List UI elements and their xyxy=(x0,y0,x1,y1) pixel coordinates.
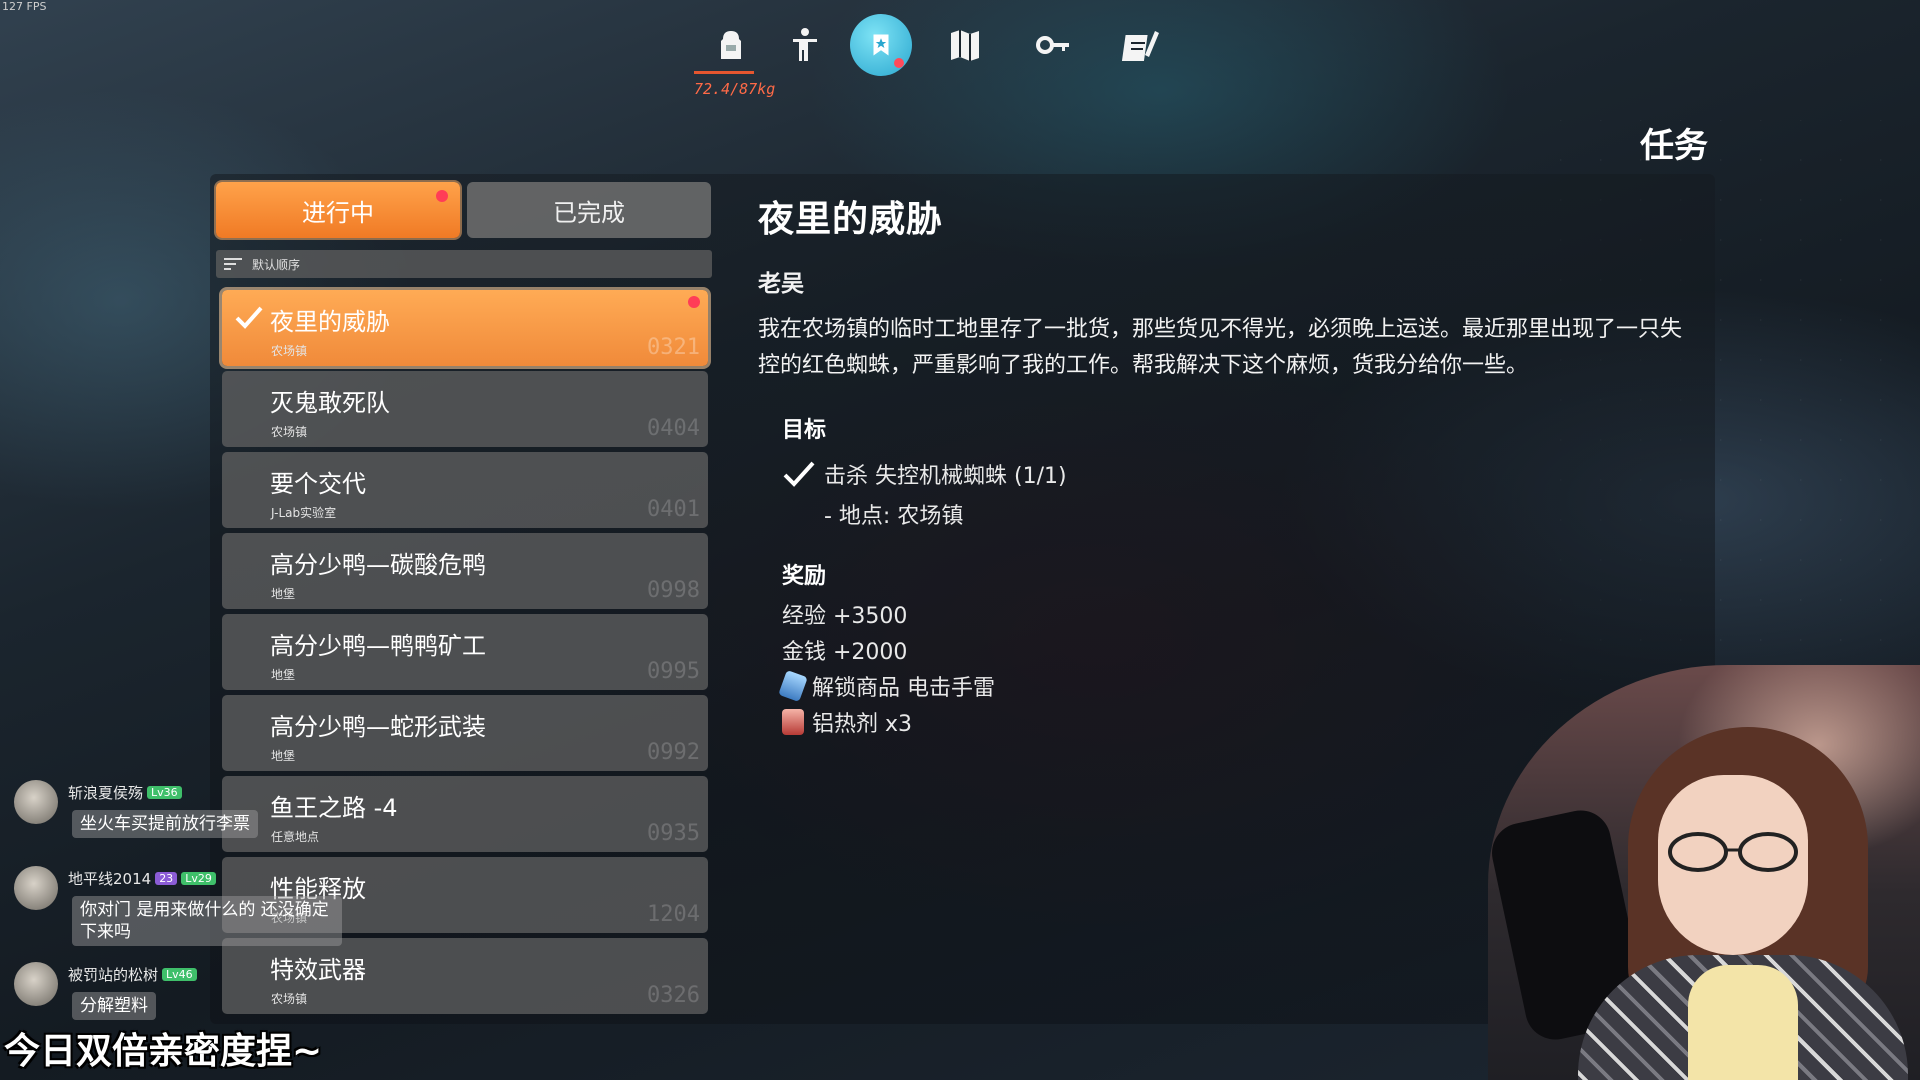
quest-location: 地堡 xyxy=(271,749,296,763)
quest-title: 灭鬼敢死队 xyxy=(270,389,390,417)
quest-title: 高分少鸭—鸭鸭矿工 xyxy=(270,632,486,660)
avatar xyxy=(14,780,58,824)
notification-dot xyxy=(436,190,448,202)
level-badge: Lv46 xyxy=(162,968,197,981)
chat-username: 地平线2014 23 Lv29 xyxy=(68,868,216,889)
check-icon xyxy=(235,306,263,329)
chat-text: 坐火车买提前放行李票 xyxy=(72,810,258,838)
objective-text: 击杀 失控机械蜘蛛 (1/1) xyxy=(824,464,1067,489)
reward-unlock: 解锁商品 电击手雷 xyxy=(778,670,1698,702)
quest-code: 1204 xyxy=(647,902,700,927)
quest-location: 农场镇 xyxy=(271,425,308,439)
fps-counter: 127 FPS xyxy=(2,0,47,13)
avatar xyxy=(14,866,58,910)
quest-location: J-Lab实验室 xyxy=(271,506,337,520)
quest-code: 0992 xyxy=(647,740,700,765)
sort-label: 默认顺序 xyxy=(252,257,301,272)
streamer-shirt xyxy=(1688,965,1798,1080)
avatar xyxy=(14,962,58,1006)
sort-icon xyxy=(224,258,242,270)
top-nav xyxy=(700,14,1220,80)
objective-item: 击杀 失控机械蜘蛛 (1/1) xyxy=(782,458,1698,490)
quest-item[interactable]: 夜里的威胁 农场镇 0321 xyxy=(222,290,708,366)
tab-in-progress[interactable]: 进行中 xyxy=(216,182,460,238)
quest-code: 0995 xyxy=(647,659,700,684)
page-title: 任务 xyxy=(1640,126,1708,166)
notification-dot xyxy=(688,296,700,308)
level-badge: Lv36 xyxy=(147,786,182,799)
quest-detail: 夜里的威胁 老吴 我在农场镇的临时工地里存了一批货，那些货见不得光，必须晚上运送… xyxy=(758,190,1698,737)
quest-title: 高分少鸭—碳酸危鸭 xyxy=(270,551,486,579)
quest-item[interactable]: 高分少鸭—碳酸危鸭 地堡 0998 xyxy=(222,533,708,609)
objective-section: 目标 击杀 失控机械蜘蛛 (1/1) - 地点: 农场镇 xyxy=(782,412,1698,530)
chat-username: 斩浪夏侯殇 Lv36 xyxy=(68,782,182,803)
thermite-icon xyxy=(782,709,804,735)
quest-code: 0321 xyxy=(647,335,700,360)
stream-chat: 斩浪夏侯殇 Lv36 坐火车买提前放行李票 地平线2014 23 Lv29 你对… xyxy=(14,776,344,1048)
quest-title: 夜里的威胁 xyxy=(270,308,390,336)
reward-unlock-text: 解锁商品 电击手雷 xyxy=(812,676,995,701)
quest-item[interactable]: 要个交代 J-Lab实验室 0401 xyxy=(222,452,708,528)
quest-code: 0998 xyxy=(647,578,700,603)
fan-badge: 23 xyxy=(155,872,178,885)
quest-location: 地堡 xyxy=(271,668,296,682)
notification-dot xyxy=(894,58,904,68)
reward-money: 金钱 +2000 xyxy=(782,636,1698,665)
reward-heading: 奖励 xyxy=(782,564,827,589)
quest-title: 高分少鸭—蛇形武装 xyxy=(270,713,486,741)
reward-item-text: 铝热剂 x3 xyxy=(812,712,913,737)
tab-label: 已完成 xyxy=(553,198,625,227)
character-icon[interactable] xyxy=(774,14,836,76)
chat-message: 地平线2014 23 Lv29 你对门 是用来做什么的 还没确定下来吗 xyxy=(14,862,344,958)
chat-username-text: 被罚站的松树 xyxy=(68,966,159,984)
objective-location: - 地点: 农场镇 xyxy=(824,504,964,529)
glasses xyxy=(1668,832,1798,872)
chat-username: 被罚站的松树 Lv46 xyxy=(68,964,197,985)
carry-weight: 72.4/87kg xyxy=(694,80,776,98)
level-badge: Lv29 xyxy=(181,872,216,885)
quest-item[interactable]: 高分少鸭—蛇形武装 地堡 0992 xyxy=(222,695,708,771)
check-icon xyxy=(783,461,815,487)
chat-username-text: 地平线2014 xyxy=(68,870,152,888)
quest-detail-title: 夜里的威胁 xyxy=(758,199,944,240)
chat-text: 分解塑料 xyxy=(72,992,156,1020)
map-icon[interactable] xyxy=(934,14,996,76)
quest-code: 0401 xyxy=(647,497,700,522)
quest-icon[interactable] xyxy=(850,14,912,76)
quest-location: 农场镇 xyxy=(271,344,308,358)
backpack-icon[interactable] xyxy=(700,14,762,76)
sort-dropdown[interactable]: 默认顺序 xyxy=(216,250,712,278)
quest-code: 0935 xyxy=(647,821,700,846)
quest-item[interactable]: 灭鬼敢死队 农场镇 0404 xyxy=(222,371,708,447)
tab-label: 进行中 xyxy=(302,198,374,227)
chat-text: 你对门 是用来做什么的 还没确定下来吗 xyxy=(72,896,342,946)
notes-icon[interactable] xyxy=(1110,14,1172,76)
quest-item[interactable]: 高分少鸭—鸭鸭矿工 地堡 0995 xyxy=(222,614,708,690)
reward-exp: 经验 +3500 xyxy=(782,600,1698,629)
weight-bar xyxy=(694,71,754,74)
quest-location: 地堡 xyxy=(271,587,296,601)
chat-username-text: 斩浪夏侯殇 xyxy=(68,784,144,802)
quest-giver: 老吴 xyxy=(758,271,804,297)
stream-caption: 今日双倍亲密度捏~ xyxy=(4,1031,323,1072)
shock-grenade-icon xyxy=(778,670,808,702)
quest-code: 0404 xyxy=(647,416,700,441)
quest-description: 我在农场镇的临时工地里存了一批货，那些货见不得光，必须晚上运送。最近那里出现了一… xyxy=(758,317,1683,378)
reward-section: 奖励 经验 +3500 金钱 +2000 解锁商品 电击手雷 铝热剂 x3 xyxy=(778,558,1698,737)
objective-heading: 目标 xyxy=(782,418,827,443)
key-icon[interactable] xyxy=(1022,14,1084,76)
reward-exp-text: 经验 +3500 xyxy=(782,604,908,629)
quest-title: 要个交代 xyxy=(270,470,366,498)
quest-code: 0326 xyxy=(647,983,700,1008)
tab-completed[interactable]: 已完成 xyxy=(467,182,711,238)
chat-message: 斩浪夏侯殇 Lv36 坐火车买提前放行李票 xyxy=(14,776,344,862)
reward-money-text: 金钱 +2000 xyxy=(782,640,908,665)
